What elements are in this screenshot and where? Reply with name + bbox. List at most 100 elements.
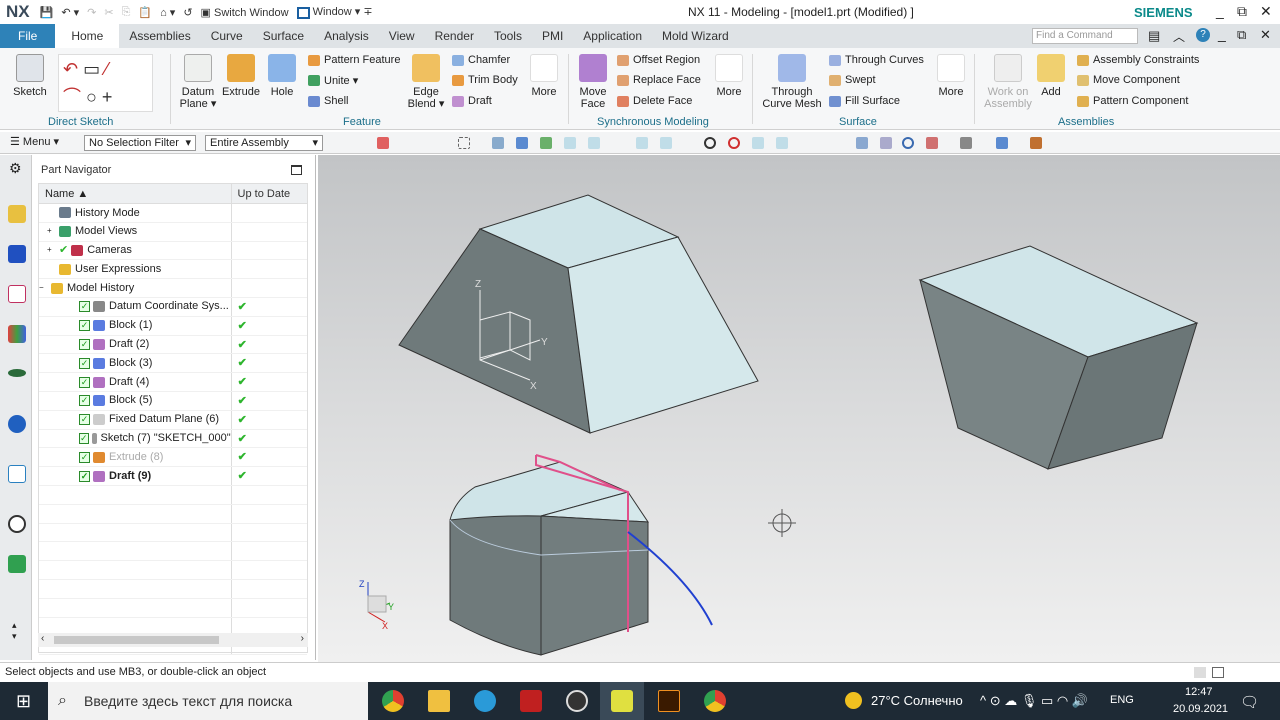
rotate-icon[interactable] <box>902 137 914 149</box>
profile-icon[interactable]: ↶ <box>63 59 78 79</box>
edit-object-display-icon[interactable] <box>996 137 1008 149</box>
solidworks-icon[interactable] <box>520 690 542 712</box>
illustrator-icon[interactable] <box>658 690 680 712</box>
web-browser-icon[interactable] <box>8 465 26 483</box>
copy-icon[interactable]: ⎘ <box>122 6 131 19</box>
navigator-row[interactable]: + Model Views <box>39 222 307 242</box>
reuse-library-icon[interactable] <box>8 325 26 343</box>
navigator-row[interactable]: ✓ Block (1) ✔ <box>39 316 307 336</box>
sketch-button[interactable]: Sketch <box>10 54 50 98</box>
chrome-profile-icon[interactable] <box>704 690 726 712</box>
chamfer-button[interactable]: Chamfer <box>452 54 510 66</box>
unite-button[interactable]: Unite ▾ <box>308 74 358 87</box>
work-on-assembly-button[interactable]: Work on Assembly <box>984 54 1032 110</box>
doc-close-button[interactable]: ✕ <box>1260 27 1271 43</box>
tab-mold-wizard[interactable]: Mold Wizard <box>652 24 739 48</box>
visibility-checkbox[interactable]: ✓ <box>79 451 90 463</box>
navigator-row[interactable]: ✓ Block (5) ✔ <box>39 391 307 411</box>
extrude-button[interactable]: Extrude <box>220 54 262 98</box>
navigator-row[interactable]: ✓ Draft (9) ✔ <box>39 467 307 486</box>
weather-text[interactable]: 27°C Солнечно <box>871 693 963 708</box>
render-style-icon[interactable] <box>960 137 972 149</box>
edge-blend-button[interactable]: Edge Blend ▾ <box>406 54 446 110</box>
navigator-row[interactable]: ✓ Draft (4) ✔ <box>39 373 307 392</box>
tab-assemblies[interactable]: Assemblies <box>119 24 200 48</box>
nx-taskbar-active[interactable] <box>600 682 644 720</box>
navigator-row[interactable]: User Expressions <box>39 260 307 280</box>
control-point-icon[interactable] <box>636 137 648 149</box>
close-button[interactable]: ✕ <box>1260 3 1272 20</box>
tab-curve[interactable]: Curve <box>201 24 253 48</box>
graphics-viewport[interactable]: Z Y X Z X Y <box>318 155 1280 662</box>
visibility-checkbox[interactable]: ✓ <box>79 432 89 444</box>
navigator-row[interactable]: ✓ Extrude (8) ✔ <box>39 448 307 468</box>
selection-filter-dropdown[interactable]: No Selection Filter ▾ <box>84 135 196 151</box>
roles-icon[interactable] <box>8 555 26 573</box>
undo-icon[interactable]: ↶ ▾ <box>61 6 79 19</box>
help-icon[interactable]: ? <box>1196 28 1210 42</box>
offset-region-button[interactable]: Offset Region <box>617 54 700 66</box>
model-scene[interactable]: Z Y X Z X Y <box>318 155 1280 662</box>
navigator-row[interactable]: ✓ Block (3) ✔ <box>39 354 307 374</box>
visibility-checkbox[interactable]: ✓ <box>79 320 90 332</box>
visibility-checkbox[interactable]: ✓ <box>79 357 90 369</box>
notifications-icon[interactable]: 🗨 <box>1240 693 1259 711</box>
minimize-button[interactable]: _ <box>1216 3 1224 19</box>
expand-icon[interactable]: + <box>47 241 52 260</box>
line-icon[interactable]: ⁄ <box>105 59 108 79</box>
shell-button[interactable]: Shell <box>308 95 348 107</box>
doc-restore-button[interactable]: ⧉ <box>1237 27 1246 43</box>
drafted-block-bottom[interactable] <box>449 461 649 656</box>
show-hide-icon[interactable] <box>1030 137 1042 149</box>
horizontal-scrollbar[interactable]: ‹ › <box>38 633 308 647</box>
tab-file[interactable]: File <box>0 24 56 48</box>
visibility-checkbox[interactable]: ✓ <box>79 301 90 313</box>
file-explorer-icon[interactable] <box>428 690 450 712</box>
surface-more-button[interactable]: More <box>934 54 968 98</box>
navigator-row[interactable]: − Model History <box>39 279 307 298</box>
navigator-row[interactable]: ✓ Datum Coordinate Sys... ✔ <box>39 297 307 317</box>
tab-render[interactable]: Render <box>425 24 484 48</box>
arc-icon[interactable]: ⌒ <box>63 87 81 107</box>
switch-window-button[interactable]: ▣ Switch Window <box>201 6 289 19</box>
full-screen-icon[interactable] <box>1212 667 1224 678</box>
tab-surface[interactable]: Surface <box>253 24 314 48</box>
tab-pmi[interactable]: PMI <box>532 24 573 48</box>
constraint-navigator-icon[interactable] <box>8 245 26 263</box>
assembly-navigator-icon[interactable] <box>8 205 26 223</box>
cut-icon[interactable]: ✂ <box>104 6 113 19</box>
save-icon[interactable]: 💾 <box>40 6 54 19</box>
sync-more-button[interactable]: More <box>712 54 746 98</box>
tab-view[interactable]: View <box>379 24 425 48</box>
visibility-checkbox[interactable]: ✓ <box>79 338 90 350</box>
type-filter-icon[interactable] <box>377 137 389 149</box>
visibility-checkbox[interactable]: ✓ <box>79 395 90 407</box>
language-indicator[interactable]: ENG <box>1110 694 1134 706</box>
rectangle-select-icon[interactable] <box>458 137 470 149</box>
tab-analysis[interactable]: Analysis <box>314 24 379 48</box>
repeat-command-icon[interactable]: ↺ <box>183 6 192 19</box>
status-icon-1[interactable] <box>1194 667 1206 678</box>
fill-surface-button[interactable]: Fill Surface <box>829 95 900 107</box>
arc-center-icon[interactable] <box>704 137 716 149</box>
through-curves-button[interactable]: Through Curves <box>829 54 924 66</box>
navigator-row[interactable]: History Mode <box>39 204 307 223</box>
navigator-row[interactable]: ✓ Sketch (7) "SKETCH_000" ✔ <box>39 429 307 449</box>
settings-gear-icon[interactable]: ⚙ <box>9 160 22 177</box>
tab-tools[interactable]: Tools <box>484 24 532 48</box>
navigator-row[interactable]: ✓ Fixed Datum Plane (6) ✔ <box>39 410 307 430</box>
find-command-input[interactable]: Find a Command <box>1032 28 1138 44</box>
swept-button[interactable]: Swept <box>829 74 876 86</box>
orient-view-icon[interactable] <box>926 137 938 149</box>
point-icon[interactable]: + <box>102 87 113 107</box>
telegram-icon[interactable] <box>474 690 496 712</box>
column-header-name[interactable]: Name ▲ <box>39 184 232 203</box>
visibility-checkbox[interactable]: ✓ <box>79 414 90 426</box>
snap-view-icon[interactable] <box>492 137 504 149</box>
menu-button[interactable]: ☰ Menu ▾ <box>10 135 59 148</box>
clock-date[interactable]: 20.09.2021 <box>1173 703 1228 715</box>
visibility-checkbox[interactable]: ✓ <box>79 376 90 388</box>
tab-application[interactable]: Application <box>573 24 652 48</box>
datum-plane-button[interactable]: Datum Plane ▾ <box>178 54 218 110</box>
hole-button[interactable]: Hole <box>264 54 300 98</box>
